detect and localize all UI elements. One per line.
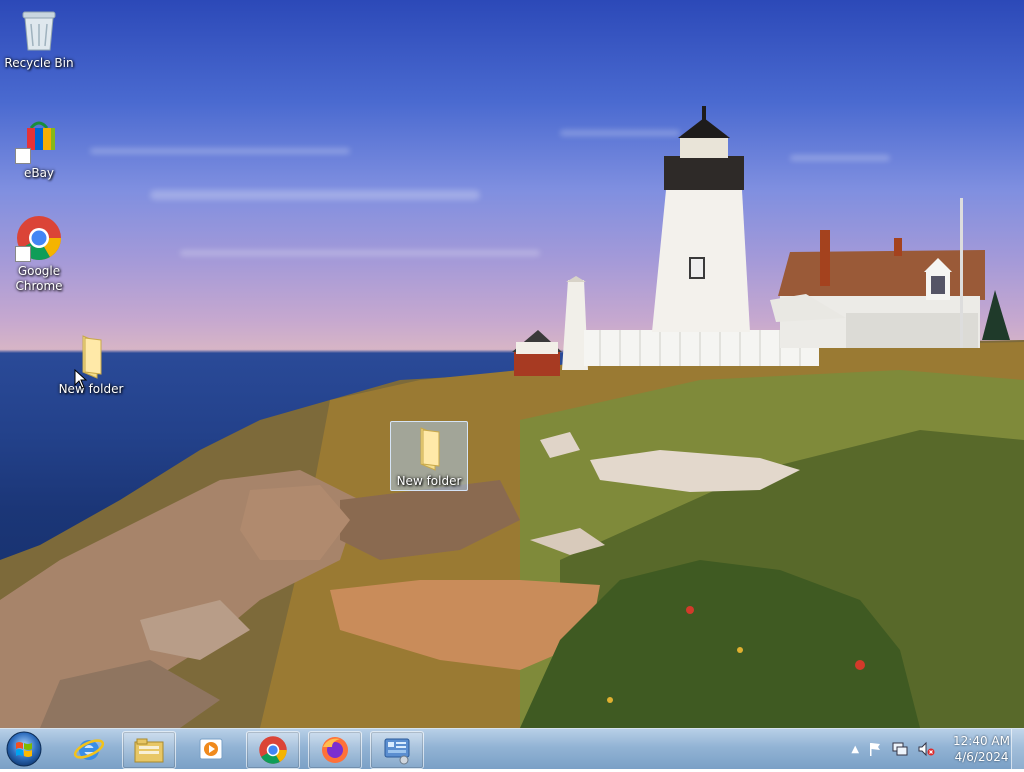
taskbar-file-explorer[interactable]: [122, 731, 176, 769]
desktop-icon-google-chrome[interactable]: Google Chrome: [0, 214, 78, 294]
ebay-icon: [15, 116, 63, 164]
taskbar: ▲ 12:40 AM 4/6/2024: [0, 728, 1024, 769]
control-panel-icon: [384, 738, 410, 765]
shortcut-arrow-icon: [15, 148, 31, 164]
taskbar-control-panel[interactable]: [370, 731, 424, 769]
desktop-icon-label: New folder: [396, 474, 462, 488]
clock-time: 12:40 AM: [953, 734, 1010, 748]
mouse-cursor-icon: [74, 369, 88, 389]
action-center-flag-icon[interactable]: [867, 741, 883, 757]
desktop[interactable]: Recycle Bin eBay Google Chrome New folde…: [0, 0, 1024, 728]
desktop-icon-new-folder[interactable]: New folder: [52, 332, 130, 397]
desktop-icon-recycle-bin[interactable]: Recycle Bin: [0, 6, 78, 71]
recycle-bin-icon: [15, 6, 63, 54]
desktop-icon-new-folder-selected[interactable]: New folder: [390, 421, 468, 491]
clock[interactable]: 12:40 AM 4/6/2024: [953, 733, 1010, 765]
internet-explorer-icon: [73, 739, 105, 760]
taskbar-internet-explorer[interactable]: [63, 731, 115, 767]
firefox-icon: [322, 737, 348, 763]
desktop-icon-label: Google Chrome: [15, 264, 63, 293]
wallpaper-landscape: [0, 106, 1024, 728]
taskbar-firefox[interactable]: [308, 731, 362, 769]
desktop-icon-ebay[interactable]: eBay: [0, 116, 78, 181]
shortcut-arrow-icon: [15, 246, 31, 262]
show-desktop-button[interactable]: [1011, 729, 1024, 769]
folder-icon: [405, 424, 453, 472]
start-button[interactable]: [4, 730, 44, 768]
taskbar-google-chrome[interactable]: [246, 731, 300, 769]
volume-muted-icon[interactable]: [917, 741, 935, 757]
windows-logo-icon: [6, 731, 42, 767]
desktop-icon-label: New folder: [58, 382, 124, 396]
taskbar-media-player[interactable]: [185, 731, 237, 767]
chrome-icon: [15, 214, 63, 262]
desktop-icon-label: eBay: [23, 166, 55, 180]
desktop-icon-label: Recycle Bin: [4, 56, 74, 70]
folder-library-icon: [134, 738, 164, 763]
network-icon[interactable]: [891, 741, 909, 757]
clock-date: 4/6/2024: [954, 750, 1009, 764]
chrome-icon: [259, 736, 287, 764]
media-player-icon: [199, 738, 223, 760]
show-hidden-icons-icon[interactable]: ▲: [851, 744, 859, 755]
system-tray: ▲ 12:40 AM 4/6/2024: [851, 729, 1010, 769]
